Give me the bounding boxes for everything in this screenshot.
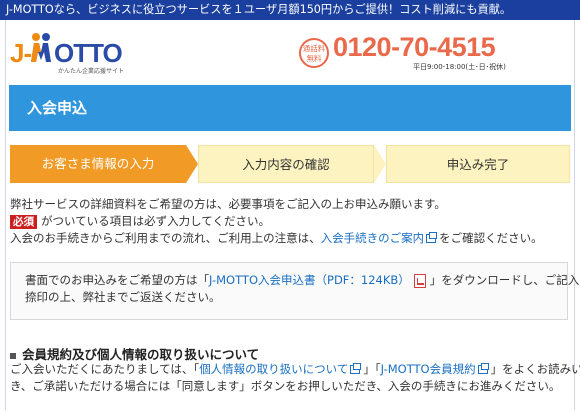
docbox-pre: 書面でのお申込みをご希望の方は「 (25, 273, 209, 287)
logo-tagline: かんたん企業応援サイト (58, 68, 125, 75)
terms-body: ご入会いただくにあたりましては、「個人情報の取り扱いについて 」「J-MOTTO会… (10, 361, 580, 395)
application-pdf-link[interactable]: J-MOTTO入会申込書（PDF：124KB） (209, 273, 410, 287)
intro-line-3-post: をご確認ください。 (439, 231, 543, 245)
intro-text: 弊社サービスの詳細資料をご希望の方は、必要事項をご記入の上お申込み願います。 必… (10, 196, 570, 247)
phone-number[interactable]: 0120-70-4515 (333, 32, 496, 63)
external-window-icon (350, 363, 362, 374)
page-title: 入会申込 (9, 85, 571, 131)
top-announcement-bar: J-MOTTOなら、ビジネスに役立つサービスを１ユーザ月額150円からご提供！コ… (0, 0, 580, 20)
terms-post: 」をよくお読みいただ (490, 362, 580, 376)
external-window-icon (426, 232, 438, 243)
paper-application-box: 書面でのお申込みをご希望の方は「J-MOTTO入会申込書（PDF：124KB） 」… (10, 262, 580, 320)
toll-free-badge-line1: 通話料 (302, 44, 326, 53)
terms-heading-text: 会員規約及び個人情報の取り扱いについて (22, 347, 260, 362)
pdf-icon (413, 273, 426, 288)
intro-line-2: 必須 がついている項目は必ず入力してください。 (10, 213, 570, 230)
intro-line-3: 入会のお手続きからご利用までの流れ、ご利用上の注意は、入会手続きのご案内 をご確認… (10, 230, 570, 247)
step-arrow-2 (374, 145, 386, 183)
terms-line-2: き、ご承諾いただける場合には「同意します」ボタンをお押しいただき、入会の手続きに… (10, 379, 561, 393)
required-badge: 必須 (10, 215, 37, 229)
logo-j: J- (10, 38, 32, 68)
step-arrow-1 (186, 145, 198, 183)
progress-steps: お客さま情報の入力 入力内容の確認 申込み完了 (10, 145, 570, 185)
toll-free-badge-line2: 無料 (306, 54, 322, 63)
terms-pre: ご入会いただくにあたりましては、「 (10, 362, 200, 376)
member-terms-link[interactable]: J-MOTTO会員規約 (381, 362, 476, 376)
required-note: がついている項目は必ず入力してください。 (41, 214, 270, 228)
docbox-post: 」をダウンロードし、ご記入、ご (429, 273, 580, 287)
terms-mid: 」「 (363, 362, 381, 376)
step-customer-info: お客さま情報の入力 (10, 145, 186, 183)
terms-line-1: ご入会いただくにあたりましては、「個人情報の取り扱いについて 」「J-MOTTO会… (10, 361, 580, 378)
toll-free-badge: 通話料 無料 (299, 38, 329, 68)
enrollment-guide-link[interactable]: 入会手続きのご案内 (321, 231, 425, 245)
docbox-line-1: 書面でのお申込みをご希望の方は「J-MOTTO入会申込書（PDF：124KB） 」… (25, 272, 580, 289)
step-confirm: 入力内容の確認 (198, 145, 374, 183)
intro-line-1: 弊社サービスの詳細資料をご希望の方は、必要事項をご記入の上お申込み願います。 (10, 197, 446, 211)
j-motto-logo[interactable]: J- OTTO かんたん企業応援サイト (10, 32, 124, 75)
logo-otto: OTTO (54, 38, 123, 68)
heading-square-icon (10, 352, 16, 359)
step-complete: 申込み完了 (386, 145, 570, 183)
privacy-policy-link[interactable]: 個人情報の取り扱いについて (199, 362, 348, 376)
logo-people-icon (31, 33, 51, 62)
intro-line-3-pre: 入会のお手続きからご利用までの流れ、ご利用上の注意は、 (10, 231, 321, 245)
external-window-icon (477, 363, 489, 374)
business-hours: 平日9:00-18:00(土･日･祝休) (413, 63, 506, 71)
docbox-line-2: 捺印の上、弊社までご返送ください。 (25, 290, 221, 304)
